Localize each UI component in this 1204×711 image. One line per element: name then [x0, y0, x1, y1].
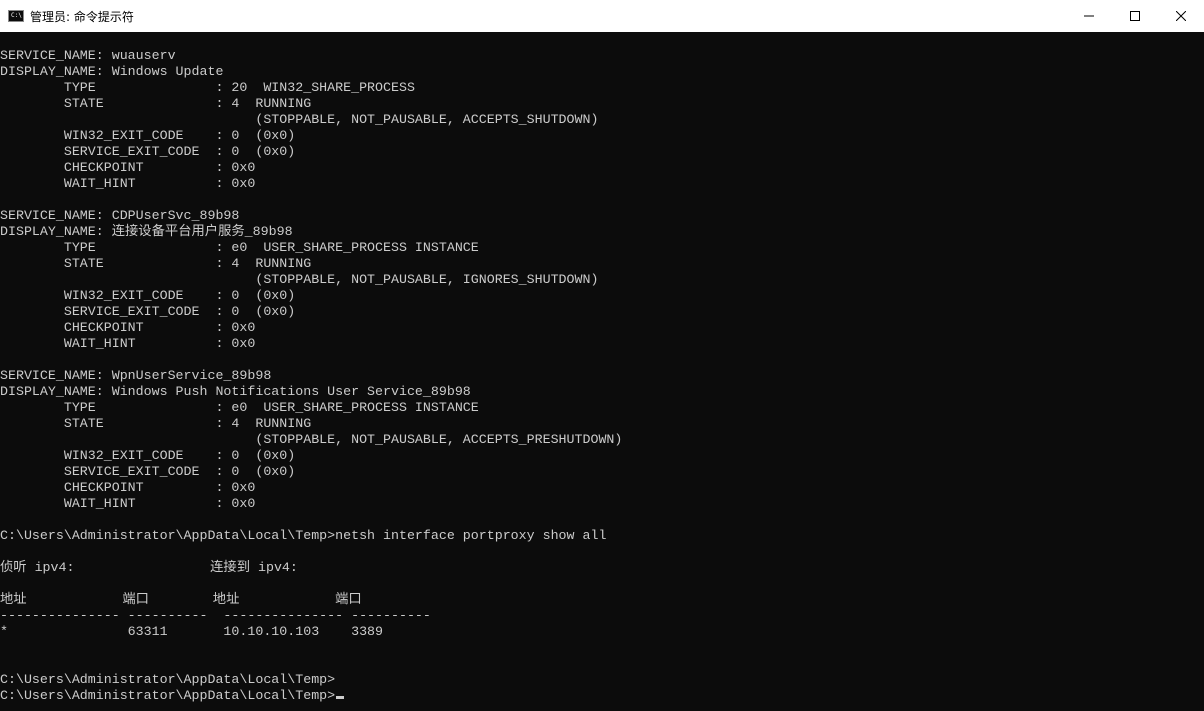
console-output[interactable]: SERVICE_NAME: wuauserv DISPLAY_NAME: Wind… — [0, 48, 1190, 711]
console-line: CHECKPOINT : 0x0 — [0, 160, 256, 175]
console-line: STATE : 4 RUNNING — [0, 256, 312, 271]
window-controls — [1066, 0, 1204, 32]
minimize-icon — [1084, 15, 1094, 17]
console-line: WAIT_HINT : 0x0 — [0, 336, 256, 351]
title-bar[interactable]: C:\ 管理员: 命令提示符 — [0, 0, 1204, 32]
console-line: TYPE : e0 USER_SHARE_PROCESS INSTANCE — [0, 400, 479, 415]
console-line: SERVICE_NAME: wuauserv — [0, 48, 176, 63]
console-line: SERVICE_NAME: CDPUserSvc_89b98 — [0, 208, 240, 223]
console-line: SERVICE_EXIT_CODE : 0 (0x0) — [0, 304, 296, 319]
console-line: (STOPPABLE, NOT_PAUSABLE, ACCEPTS_SHUTDO… — [0, 112, 599, 127]
maximize-button[interactable] — [1112, 0, 1158, 32]
text-cursor — [336, 696, 345, 699]
cmd-app-icon[interactable]: C:\ — [8, 10, 24, 22]
console-line: STATE : 4 RUNNING — [0, 96, 312, 111]
console-line: CHECKPOINT : 0x0 — [0, 320, 256, 335]
console-line: (STOPPABLE, NOT_PAUSABLE, IGNORES_SHUTDO… — [0, 272, 599, 287]
console-line: --------------- ---------- -------------… — [0, 608, 431, 623]
console-line: C:\Users\Administrator\AppData\Local\Tem… — [0, 528, 607, 543]
console-line: C:\Users\Administrator\AppData\Local\Tem… — [0, 688, 1190, 704]
console-line: WAIT_HINT : 0x0 — [0, 496, 256, 511]
console-line: DISPLAY_NAME: 连接设备平台用户服务_89b98 — [0, 224, 293, 239]
console-line: C:\Users\Administrator\AppData\Local\Tem… — [0, 672, 336, 687]
console-line: DISPLAY_NAME: Windows Push Notifications… — [0, 384, 471, 399]
console-line: TYPE : e0 USER_SHARE_PROCESS INSTANCE — [0, 240, 479, 255]
console-line: SERVICE_EXIT_CODE : 0 (0x0) — [0, 144, 296, 159]
cmd-window: C:\ 管理员: 命令提示符 SERVICE_NAME: wuauserv DI… — [0, 0, 1204, 711]
close-button[interactable] — [1158, 0, 1204, 32]
close-icon — [1176, 11, 1186, 21]
console-line: 地址 端口 地址 端口 — [0, 592, 362, 607]
console-line: WAIT_HINT : 0x0 — [0, 176, 256, 191]
minimize-button[interactable] — [1066, 0, 1112, 32]
console-line: TYPE : 20 WIN32_SHARE_PROCESS — [0, 80, 415, 95]
vertical-scrollbar[interactable] — [1190, 32, 1204, 711]
console-line: STATE : 4 RUNNING — [0, 416, 312, 431]
console-line: WIN32_EXIT_CODE : 0 (0x0) — [0, 288, 296, 303]
window-title: 管理员: 命令提示符 — [30, 9, 134, 24]
console-line: 侦听 ipv4: 连接到 ipv4: — [0, 560, 298, 575]
console-line: WIN32_EXIT_CODE : 0 (0x0) — [0, 128, 296, 143]
console-line: * 63311 10.10.10.103 3389 — [0, 624, 384, 639]
console-line: SERVICE_EXIT_CODE : 0 (0x0) — [0, 464, 296, 479]
console-line: (STOPPABLE, NOT_PAUSABLE, ACCEPTS_PRESHU… — [0, 432, 623, 447]
console-line: CHECKPOINT : 0x0 — [0, 480, 256, 495]
maximize-icon — [1130, 11, 1140, 21]
cmd-app-icon-label: C:\ — [11, 12, 22, 19]
console-line: DISPLAY_NAME: Windows Update — [0, 64, 224, 79]
console-line: WIN32_EXIT_CODE : 0 (0x0) — [0, 448, 296, 463]
console-line: SERVICE_NAME: WpnUserService_89b98 — [0, 368, 272, 383]
